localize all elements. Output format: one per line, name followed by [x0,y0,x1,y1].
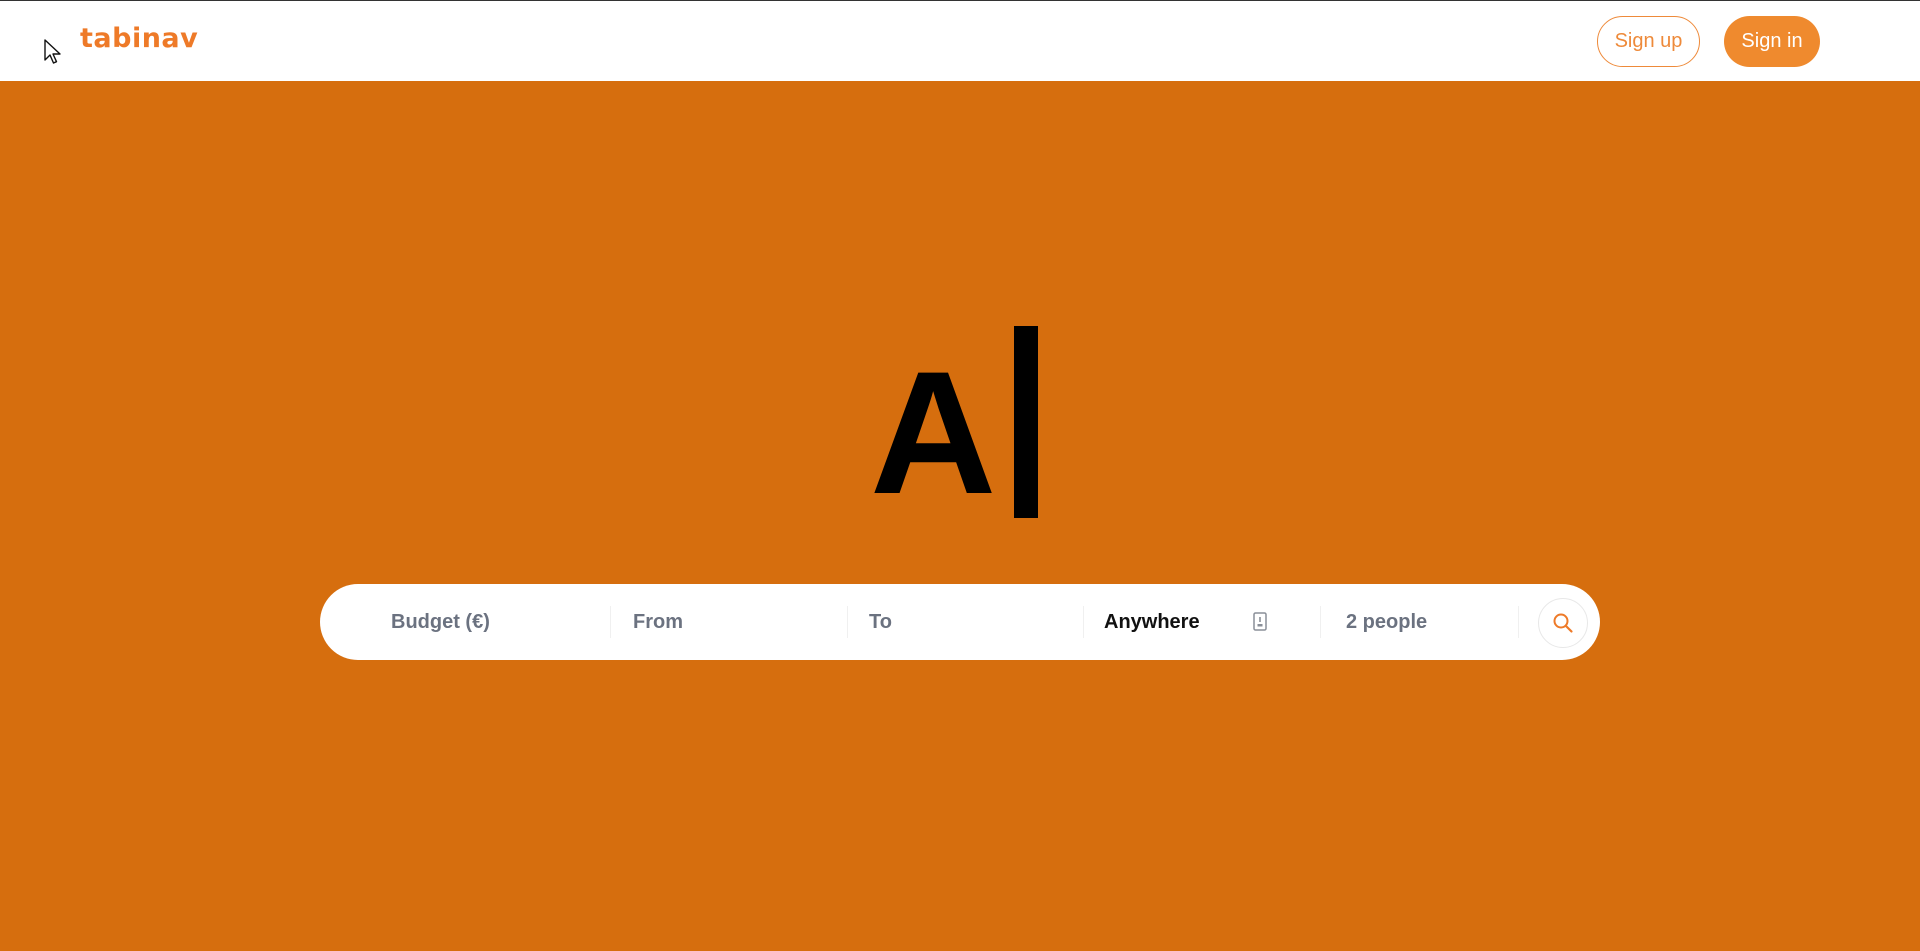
book-icon[interactable] [1253,612,1267,631]
destination-value: Anywhere [1104,610,1200,633]
travellers-field[interactable]: 2 people [1346,584,1506,660]
brand-logo[interactable]: tabinav [80,23,198,54]
hero-section: A Budget (€) From To Anywhere 2 people [0,81,1920,951]
field-divider [1518,606,1519,638]
mouse-pointer-icon [44,39,61,64]
destination-field[interactable]: Anywhere [1104,584,1264,660]
top-navigation-bar: tabinav Sign up Sign in [0,0,1920,81]
date-from-field[interactable]: From [633,584,833,660]
field-divider [610,606,611,638]
date-to-field[interactable]: To [869,584,1069,660]
travellers-value: 2 people [1346,610,1428,633]
sign-in-button[interactable]: Sign in [1724,16,1820,67]
typing-caret [1014,326,1039,518]
search-icon [1553,613,1573,633]
field-divider [1320,606,1321,638]
budget-field[interactable]: Budget (€) [391,584,591,660]
budget-placeholder: Budget (€) [391,610,490,633]
sign-up-button[interactable]: Sign up [1597,16,1700,67]
search-bar: Budget (€) From To Anywhere 2 people [320,584,1600,660]
field-divider [847,606,848,638]
search-button[interactable] [1538,598,1588,648]
date-to-placeholder: To [869,610,892,633]
date-from-placeholder: From [633,610,683,633]
hero-title: A [870,326,1039,531]
field-divider [1083,606,1084,638]
hero-typed-text: A [870,336,997,531]
